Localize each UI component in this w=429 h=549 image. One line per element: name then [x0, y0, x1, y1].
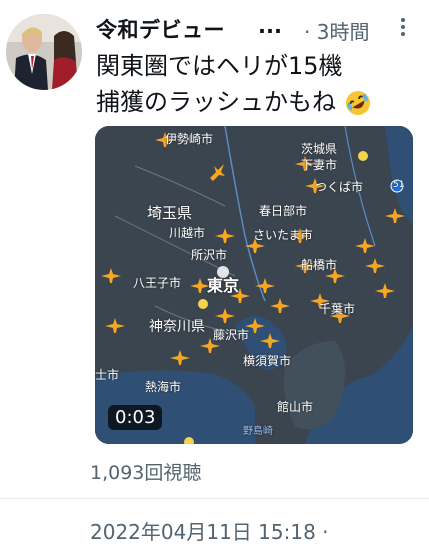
map-label: 春日部市: [259, 204, 308, 218]
tweet-time[interactable]: · 3時間: [304, 16, 369, 45]
map-label: 熱海市: [145, 380, 182, 394]
tweet-text-line-2-text: 捕獲のラッシュかもね: [96, 88, 336, 116]
map-label: 神奈川県: [149, 319, 205, 335]
tweet-timestamp[interactable]: 2022年04月11日 15:18 ·: [90, 516, 329, 545]
author-name[interactable]: 令和デビュー: [96, 14, 225, 44]
map-label: 下妻市: [301, 158, 338, 172]
map-label: さいたま市: [253, 228, 313, 242]
map-label: 藤沢市: [213, 328, 250, 342]
map-label: 館山市: [277, 400, 314, 414]
map-label: 船橋市: [301, 258, 338, 272]
video-player[interactable]: 伊勢崎市 茨城県 下妻市 つくば市 埼玉県 春日部市 川越市 さいたま市 所沢市…: [95, 126, 413, 444]
tweet-text: 関東圏ではヘリが15機 捕獲のラッシュかもね: [96, 48, 406, 120]
map-label-tokyo: 東京: [207, 276, 240, 295]
author-avatar[interactable]: [6, 14, 82, 90]
map-label: 横須賀市: [243, 354, 292, 368]
map-label: 埼玉県: [147, 204, 193, 222]
avatar-photo: [6, 14, 82, 90]
tweet-text-line-2: 捕獲のラッシュかもね: [96, 84, 406, 120]
divider: [0, 498, 429, 499]
map-label: 川越市: [169, 226, 206, 240]
map-label: 伊勢崎市: [165, 132, 214, 146]
map-label: 野島崎: [243, 426, 273, 437]
tweet-text-line-1: 関東圏ではヘリが15機: [96, 52, 343, 80]
map-label: 千葉市: [319, 302, 356, 316]
more-options-icon[interactable]: [398, 16, 408, 38]
map-label: 八王子市: [133, 276, 182, 290]
author-name-ellipsis: ...: [258, 14, 282, 38]
rolling-laughing-emoji-icon: [345, 91, 370, 115]
map-label: 51: [393, 180, 405, 190]
map-label: 茨城県: [301, 142, 338, 156]
map-label: つくば市: [315, 180, 364, 194]
map-label: 士市: [95, 368, 120, 382]
map-label: 所沢市: [191, 248, 228, 262]
video-duration-badge: 0:03: [108, 405, 163, 430]
view-count: 1,093回視聴: [90, 462, 202, 484]
